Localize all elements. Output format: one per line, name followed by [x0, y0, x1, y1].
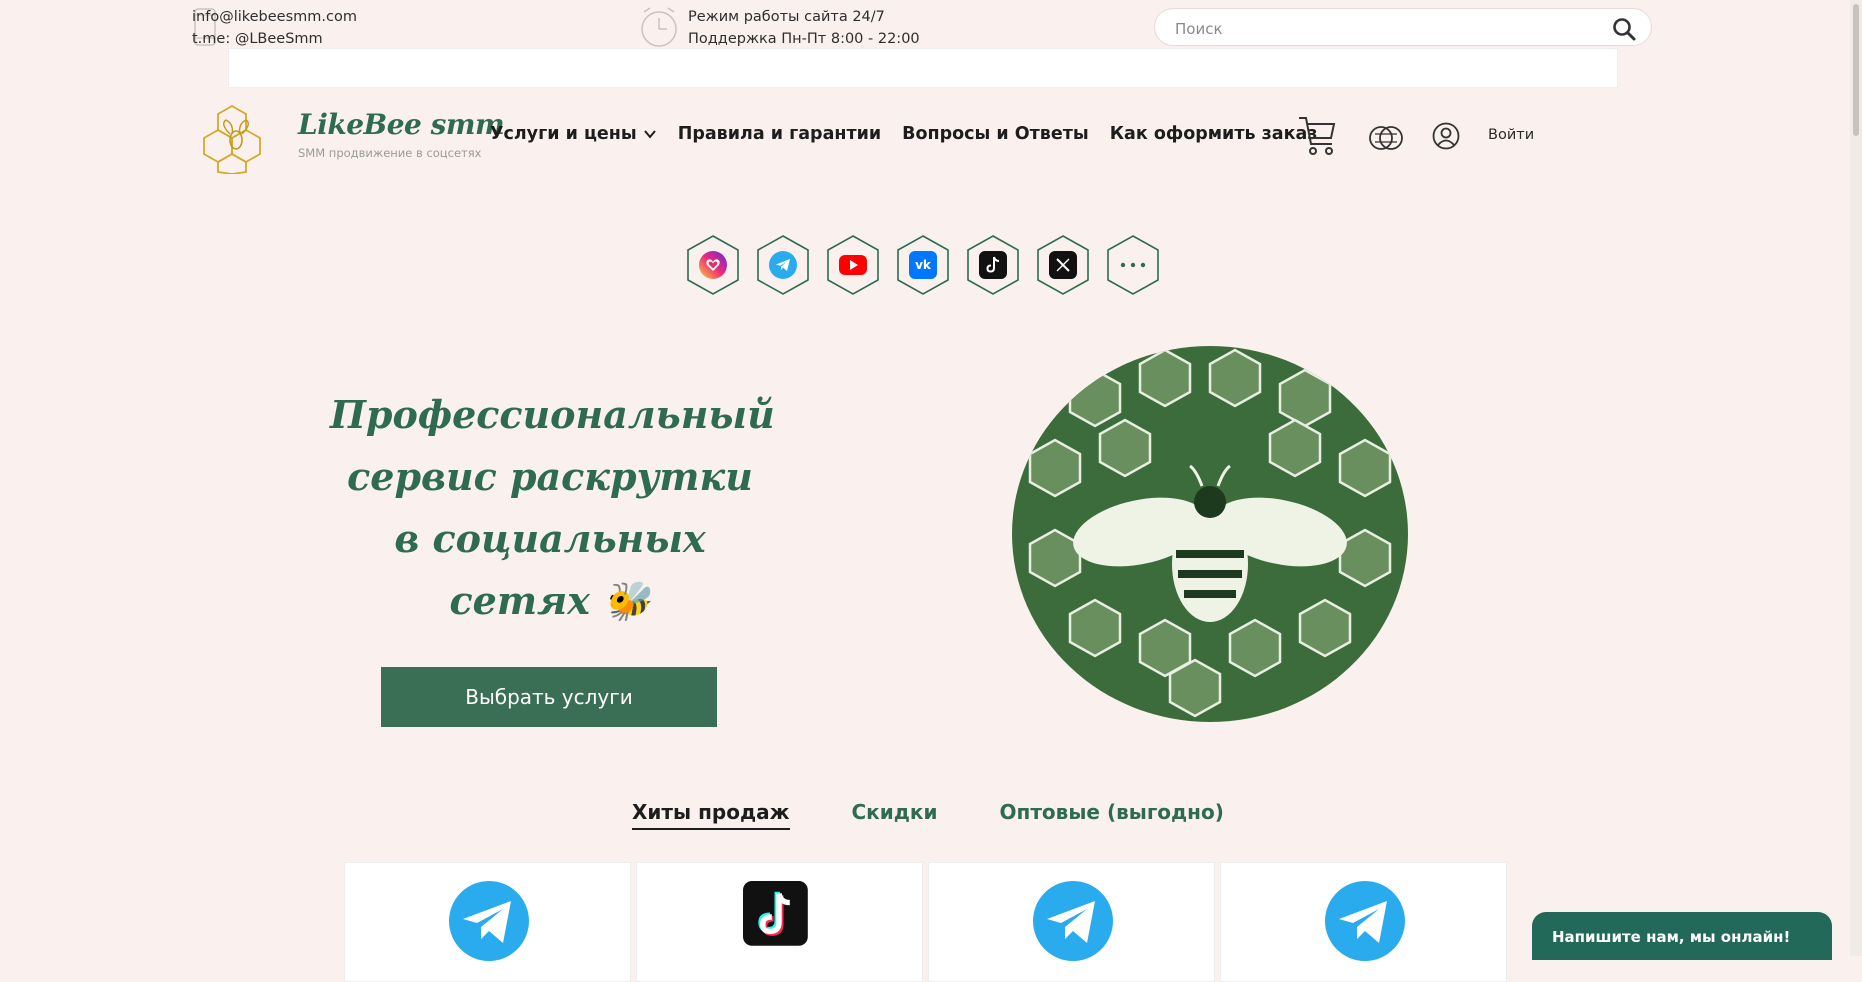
- tab-wholesale[interactable]: Оптовые (выгодно): [1000, 800, 1224, 830]
- nav-how-to-order[interactable]: Как оформить заказ: [1110, 124, 1318, 144]
- support-hours-line: Поддержка Пн-Пт 8:00 - 22:00: [688, 31, 920, 47]
- product-card[interactable]: [928, 862, 1215, 982]
- tiktok-icon: [979, 251, 1007, 279]
- brand-tagline: SMM продвижение в соцсетях: [298, 146, 482, 160]
- product-card[interactable]: [344, 862, 631, 982]
- main-nav: Услуги и цены Правила и гарантии Вопросы…: [490, 124, 1338, 144]
- search-icon[interactable]: [1611, 16, 1637, 42]
- more-dots-icon: [1119, 251, 1147, 279]
- hero-line: сетях 🐝: [449, 578, 651, 623]
- social-x[interactable]: [1036, 234, 1090, 296]
- nav-rules[interactable]: Правила и гарантии: [678, 124, 881, 144]
- instagram-icon: [699, 251, 727, 279]
- vk-icon: vk: [909, 251, 937, 279]
- hero-line: Профессиональный: [330, 392, 775, 437]
- nav-services-label: Услуги и цены: [490, 124, 637, 144]
- brand-name[interactable]: LikeBee smm: [298, 108, 505, 141]
- product-card[interactable]: [636, 862, 923, 982]
- hours-line: Режим работы сайта 24/7: [688, 9, 885, 25]
- scrollbar-thumb[interactable]: [1853, 4, 1859, 136]
- telegram-icon: [769, 251, 797, 279]
- chevron-down-icon: [643, 130, 656, 139]
- cart-icon[interactable]: [1298, 114, 1336, 156]
- language-icon[interactable]: [1368, 124, 1404, 152]
- choose-services-button[interactable]: Выбрать услуги: [381, 667, 717, 727]
- login-link[interactable]: Войти: [1488, 127, 1534, 143]
- social-filter-row: vk: [686, 234, 1160, 296]
- tab-bestsellers[interactable]: Хиты продаж: [632, 800, 790, 830]
- social-tiktok[interactable]: [966, 234, 1020, 296]
- product-card[interactable]: [1220, 862, 1507, 982]
- social-vk[interactable]: vk: [896, 234, 950, 296]
- search-box: [1154, 8, 1652, 46]
- clock-icon: [641, 7, 677, 47]
- page-scrollbar[interactable]: [1850, 0, 1862, 956]
- nav-faq[interactable]: Вопросы и Ответы: [902, 124, 1089, 144]
- contact-info: info@likebeesmm.com t.me: @LBeeSmm: [192, 6, 357, 50]
- product-tabs: Хиты продаж Скидки Оптовые (выгодно): [632, 800, 1224, 830]
- x-twitter-icon: [1049, 251, 1077, 279]
- contact-telegram[interactable]: t.me: @LBeeSmm: [192, 28, 357, 50]
- logo-icon[interactable]: [196, 102, 268, 174]
- telegram-icon: [1033, 881, 1113, 961]
- hero-title: Профессиональный сервис раскрутки в соци…: [330, 384, 775, 632]
- tiktok-icon: [743, 881, 808, 946]
- banner-bar: [228, 48, 1618, 88]
- contact-email[interactable]: info@likebeesmm.com: [192, 6, 357, 28]
- youtube-icon: [839, 255, 867, 275]
- telegram-icon: [1325, 881, 1405, 961]
- work-hours: Режим работы сайта 24/7 Поддержка Пн-Пт …: [688, 6, 920, 50]
- bee-hexagon-illustration: [1012, 346, 1408, 722]
- nav-services[interactable]: Услуги и цены: [490, 124, 657, 144]
- social-youtube[interactable]: [826, 234, 880, 296]
- hero-line: сервис раскрутки: [347, 454, 753, 499]
- telegram-icon: [449, 881, 529, 961]
- search-input[interactable]: [1173, 17, 1597, 41]
- user-icon[interactable]: [1432, 122, 1460, 150]
- hero-line: в социальных: [394, 516, 706, 561]
- social-instagram[interactable]: [686, 234, 740, 296]
- product-cards: [344, 862, 1507, 982]
- social-more[interactable]: [1106, 234, 1160, 296]
- social-telegram[interactable]: [756, 234, 810, 296]
- tab-discounts[interactable]: Скидки: [852, 800, 938, 830]
- live-chat-button[interactable]: Напишите нам, мы онлайн!: [1532, 912, 1832, 960]
